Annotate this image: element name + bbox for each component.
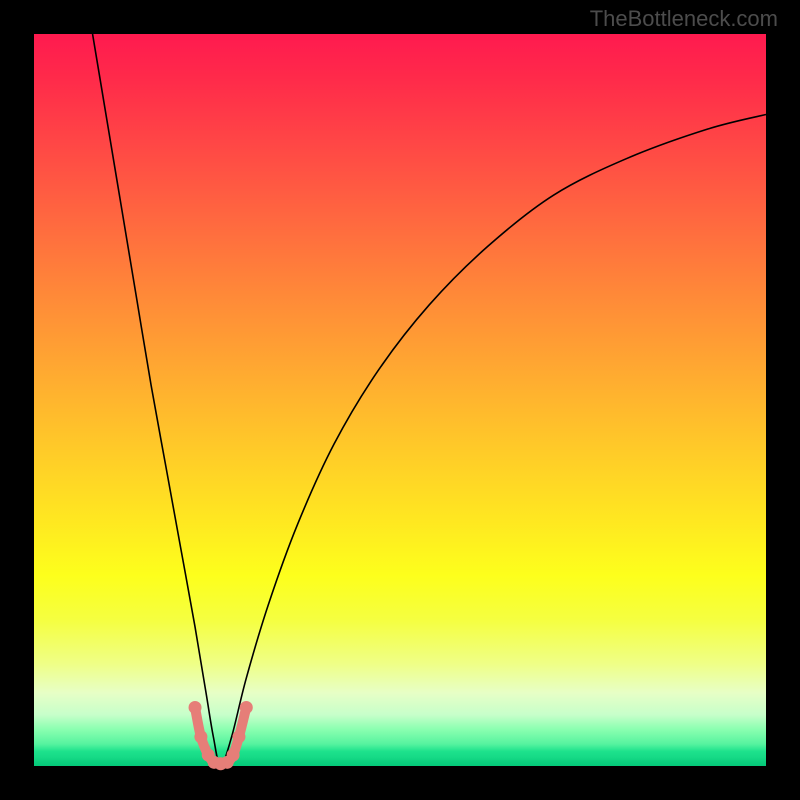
- minimum-marker: [232, 730, 245, 743]
- chart-frame: TheBottleneck.com: [0, 0, 800, 800]
- bottleneck-curve: [93, 34, 766, 766]
- curve-svg: [34, 34, 766, 766]
- minimum-marker: [227, 749, 240, 762]
- watermark-text: TheBottleneck.com: [590, 6, 778, 32]
- plot-area: [34, 34, 766, 766]
- minimum-marker: [240, 701, 253, 714]
- minimum-marker: [194, 730, 207, 743]
- minimum-marker: [189, 701, 202, 714]
